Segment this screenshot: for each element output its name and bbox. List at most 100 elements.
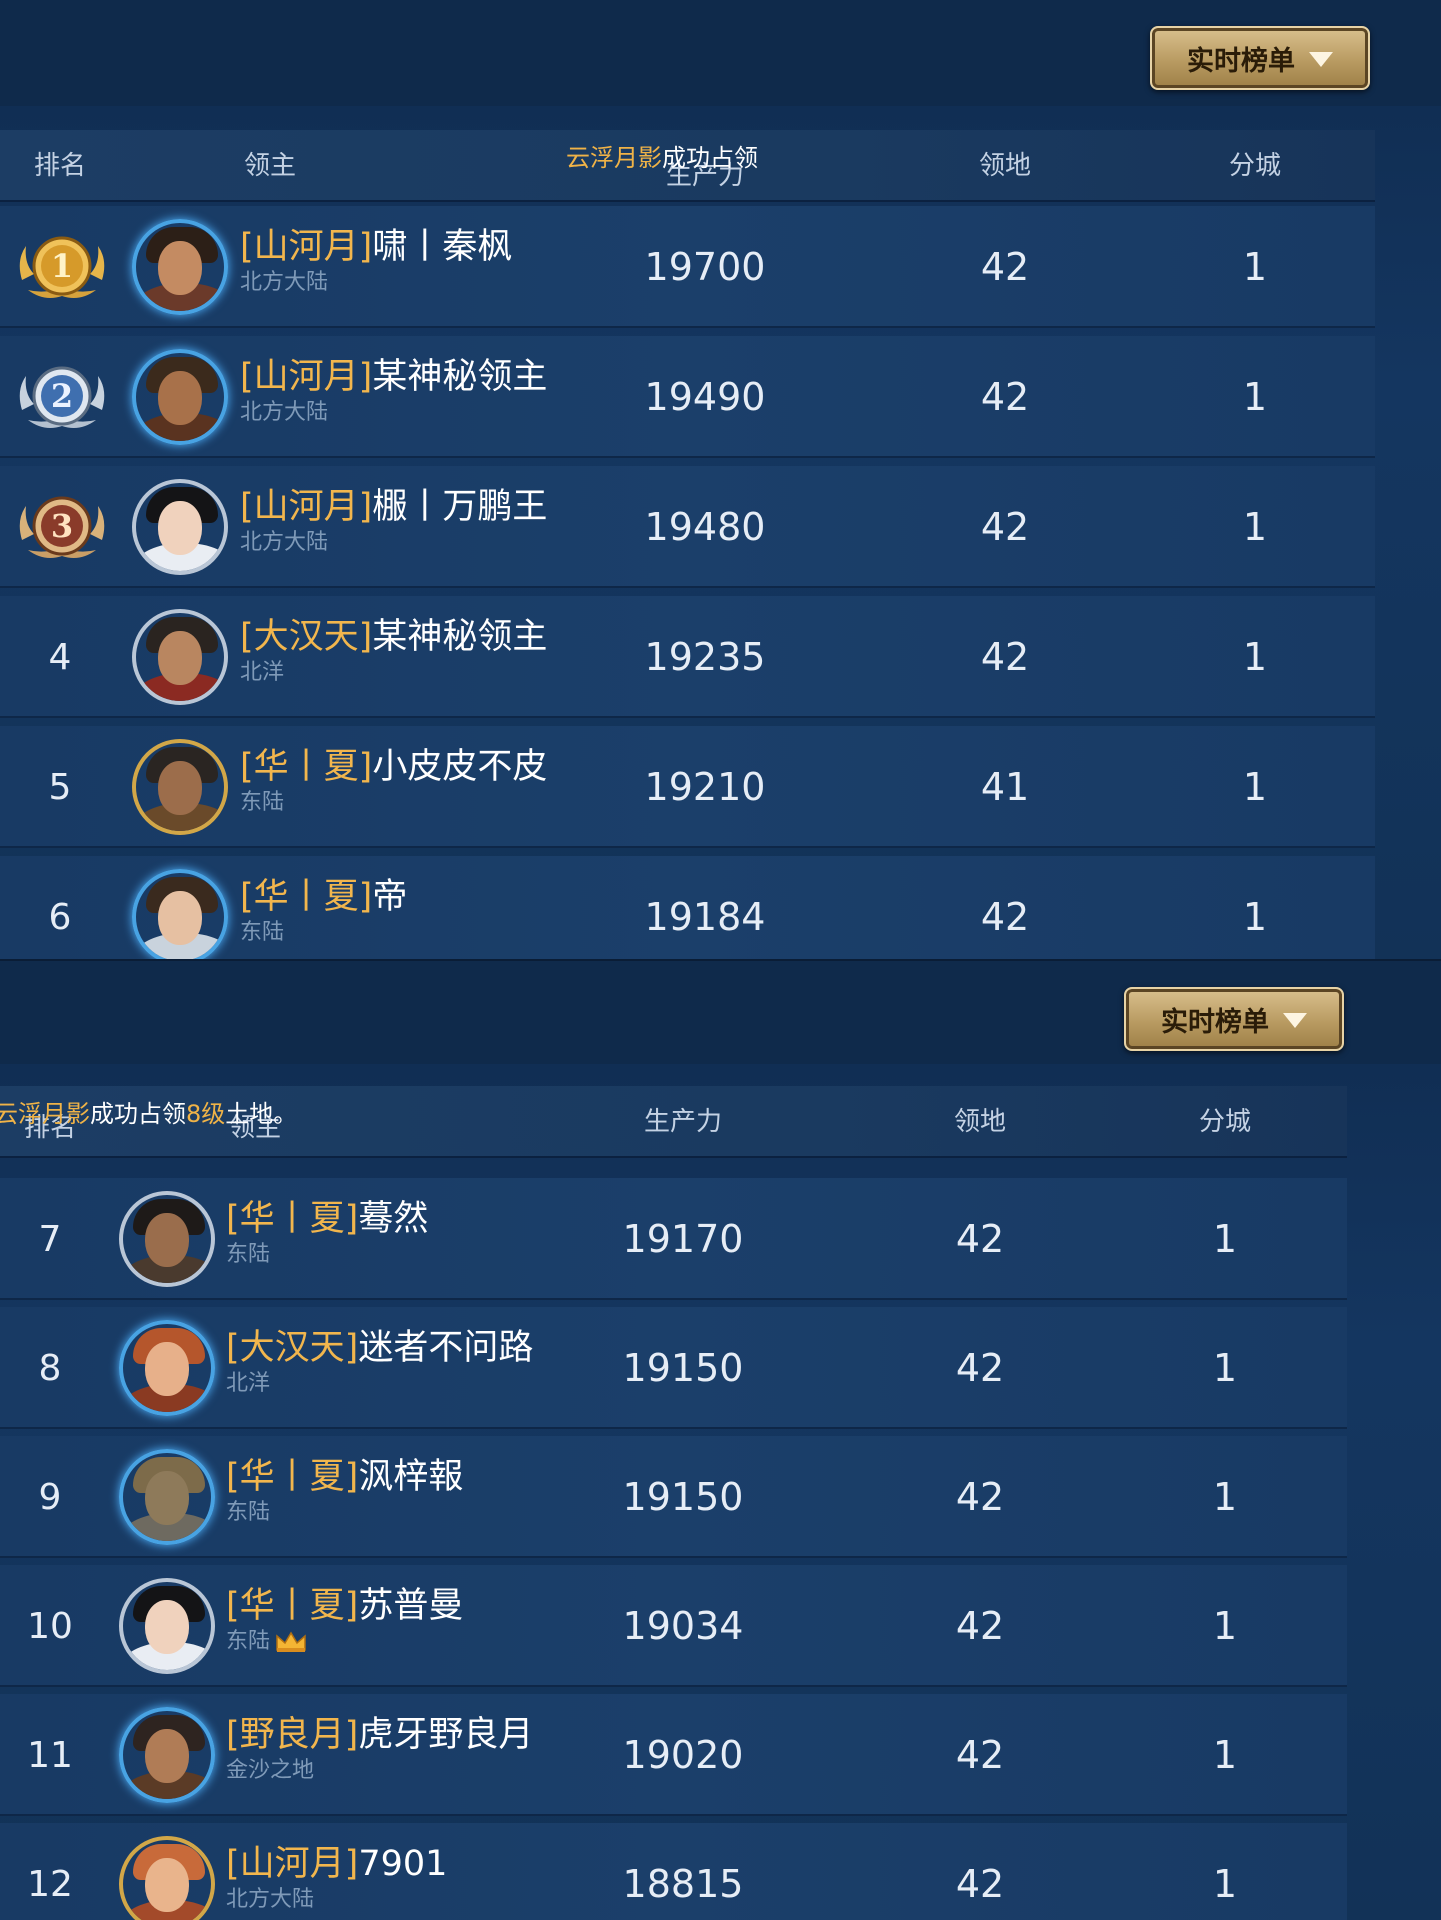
lord-name: [华丨夏]小皮皮不皮 <box>240 747 548 787</box>
branch-value: 1 <box>1212 1862 1238 1906</box>
lord-name: [华丨夏]苏普曼 <box>226 1586 464 1626</box>
branch-value: 1 <box>1242 895 1268 939</box>
avatar[interactable] <box>119 1836 215 1920</box>
rank-number: 7 <box>38 1218 62 1260</box>
svg-text:3: 3 <box>51 507 73 545</box>
branch-value: 1 <box>1242 635 1268 679</box>
lord-name: [山河月]啸丨秦枫 <box>240 227 513 267</box>
branch-value: 1 <box>1212 1733 1238 1777</box>
ticker-level: 8级 <box>186 1100 226 1128</box>
avatar[interactable] <box>119 1191 215 1287</box>
branch-value: 1 <box>1242 505 1268 549</box>
avatar[interactable] <box>132 869 228 960</box>
territory-value: 42 <box>955 1475 1005 1519</box>
branch-value: 1 <box>1212 1604 1238 1648</box>
header-territory: 领地 <box>953 1107 1006 1137</box>
realtime-ranking-dropdown[interactable]: 实时榜单 <box>1124 987 1344 1051</box>
table-row[interactable]: 9 [华丨夏]沨梓報 东陆 19150 42 1 <box>0 1436 1347 1558</box>
rank-number: 5 <box>48 766 72 808</box>
table-row[interactable]: 7 [华丨夏]蓦然 东陆 19170 42 1 <box>0 1178 1347 1300</box>
avatar[interactable] <box>132 219 228 315</box>
avatar[interactable] <box>119 1320 215 1416</box>
branch-value: 1 <box>1242 245 1268 289</box>
territory-value: 42 <box>980 635 1030 679</box>
avatar[interactable] <box>119 1449 215 1545</box>
table-row[interactable]: 2 [山河月]某神秘领主 北方大陆 19490 42 1 <box>0 336 1375 458</box>
header-rank: 排名 <box>33 151 86 181</box>
rank-number: 4 <box>48 636 72 678</box>
ticker-text: 成功占领 <box>662 144 758 172</box>
news-ticker: 云浮月影成功占领 <box>566 138 758 173</box>
panel-divider <box>0 959 1441 961</box>
power-value: 19150 <box>622 1346 744 1390</box>
power-value: 18815 <box>622 1862 744 1906</box>
rank-number: 9 <box>38 1476 62 1518</box>
header-lord: 领主 <box>243 151 296 181</box>
avatar[interactable] <box>132 349 228 445</box>
territory-value: 42 <box>955 1733 1005 1777</box>
realtime-ranking-dropdown[interactable]: 实时榜单 <box>1150 26 1370 90</box>
branch-value: 1 <box>1212 1217 1238 1261</box>
table-row[interactable]: 3 [山河月]棴丨万鹏王 北方大陆 19480 42 1 <box>0 466 1375 588</box>
rank-number: 8 <box>38 1347 62 1389</box>
branch-value: 1 <box>1212 1475 1238 1519</box>
power-value: 19210 <box>644 765 766 809</box>
region-label: 东陆 <box>226 1242 271 1267</box>
header-power: 生产力 <box>643 1107 722 1137</box>
ticker-player-name: 云浮月影 <box>0 1100 90 1128</box>
table-row[interactable]: 12 [山河月]7901 北方大陆 18815 42 1 <box>0 1823 1347 1920</box>
branch-value: 1 <box>1212 1346 1238 1390</box>
lord-name: [华丨夏]沨梓報 <box>226 1457 464 1497</box>
table-row[interactable]: 4 [大汉天]某神秘领主 北洋 19235 42 1 <box>0 596 1375 718</box>
lord-name: [大汉天]某神秘领主 <box>240 617 548 657</box>
bronze-medal-icon: 3 <box>19 496 105 558</box>
avatar[interactable] <box>132 479 228 575</box>
territory-value: 42 <box>955 1346 1005 1390</box>
avatar[interactable] <box>132 609 228 705</box>
table-row[interactable]: 5 [华丨夏]小皮皮不皮 东陆 19210 41 1 <box>0 726 1375 848</box>
region-label: 东陆 <box>226 1627 463 1657</box>
power-value: 19184 <box>644 895 766 939</box>
avatar[interactable] <box>132 739 228 835</box>
lord-name: [山河月]7901 <box>226 1844 448 1884</box>
power-value: 19235 <box>644 635 766 679</box>
chevron-down-icon <box>1283 1013 1307 1028</box>
ticker-player-name: 云浮月影 <box>566 144 662 172</box>
territory-value: 42 <box>980 895 1030 939</box>
power-value: 19020 <box>622 1733 744 1777</box>
header-branch: 分城 <box>1228 151 1281 181</box>
region-label: 金沙之地 <box>226 1758 315 1783</box>
chevron-down-icon <box>1309 52 1333 67</box>
table-row[interactable]: 11 [野良月]虎牙野良月 金沙之地 19020 42 1 <box>0 1694 1347 1816</box>
region-label: 北方大陆 <box>240 530 329 555</box>
territory-value: 42 <box>955 1604 1005 1648</box>
dropdown-label: 实时榜单 <box>1187 45 1295 77</box>
region-label: 北洋 <box>226 1371 271 1396</box>
avatar[interactable] <box>119 1578 215 1674</box>
svg-text:2: 2 <box>51 377 73 415</box>
table-header: 排名 领主 生产力 领地 分城 云浮月影成功占领 <box>0 130 1375 202</box>
news-ticker: 云浮月影成功占领8级土地。 <box>0 1094 297 1129</box>
territory-value: 42 <box>980 505 1030 549</box>
lord-name: [山河月]棴丨万鹏王 <box>240 487 548 527</box>
lord-name: [山河月]某神秘领主 <box>240 357 548 397</box>
avatar[interactable] <box>119 1707 215 1803</box>
table-row[interactable]: 6 [华丨夏]帝 东陆 19184 42 1 <box>0 856 1375 960</box>
header-branch: 分城 <box>1198 1107 1251 1137</box>
crown-icon <box>276 1631 306 1652</box>
silver-medal-icon: 2 <box>19 366 105 428</box>
table-row[interactable]: 1 [山河月]啸丨秦枫 北方大陆 19700 42 1 <box>0 206 1375 328</box>
svg-text:1: 1 <box>51 247 73 285</box>
rank-number: 11 <box>27 1734 73 1776</box>
power-value: 19490 <box>644 375 766 419</box>
lord-name: [华丨夏]蓦然 <box>226 1199 429 1239</box>
table-row[interactable]: 10 [华丨夏]苏普曼 东陆 19034 42 1 <box>0 1565 1347 1687</box>
rank-number: 10 <box>27 1605 73 1647</box>
table-row[interactable]: 8 [大汉天]迷者不问路 北洋 19150 42 1 <box>0 1307 1347 1429</box>
power-value: 19700 <box>644 245 766 289</box>
branch-value: 1 <box>1242 765 1268 809</box>
power-value: 19150 <box>622 1475 744 1519</box>
rank-number: 6 <box>48 896 72 938</box>
rank-number: 12 <box>27 1863 73 1905</box>
territory-value: 42 <box>955 1862 1005 1906</box>
